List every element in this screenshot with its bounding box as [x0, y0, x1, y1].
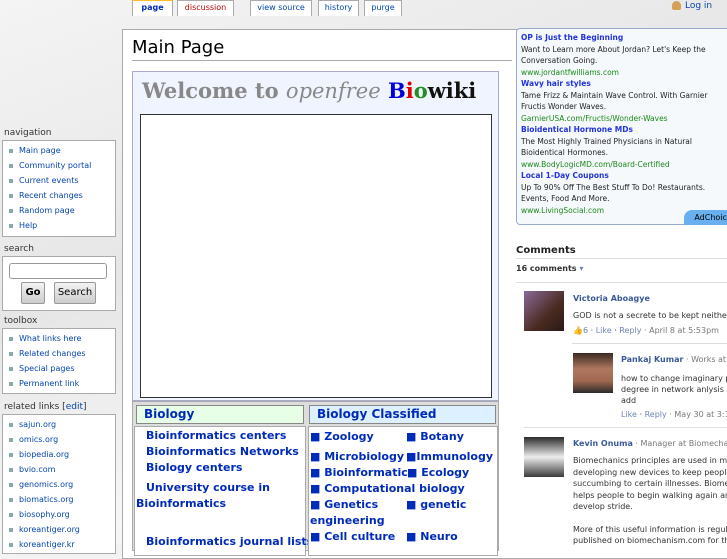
edit-link[interactable]: edit: [66, 402, 83, 412]
ad-url[interactable]: www.jordantfwilliams.com: [521, 67, 727, 79]
biology-classified-header: Biology Classified: [309, 405, 496, 424]
link-botany[interactable]: ■ Botany: [406, 430, 464, 443]
related-link[interactable]: genomics.org: [9, 477, 115, 492]
navigation-portlet: Main page Community portal Current event…: [2, 140, 116, 237]
search-input[interactable]: [9, 263, 107, 279]
comment-text: Biomechanics principles are used in med d…: [573, 456, 727, 545]
like-link[interactable]: Like: [621, 410, 637, 419]
nav-current-events[interactable]: Current events: [9, 173, 115, 188]
toolbox-portlet: What links here Related changes Special …: [2, 328, 116, 394]
reply-link[interactable]: Reply: [645, 410, 667, 419]
link-biology-centers[interactable]: Biology centers: [146, 461, 242, 474]
related-link[interactable]: biomatics.org: [9, 492, 115, 507]
tab-purge[interactable]: purge: [364, 0, 402, 16]
reply-link[interactable]: Reply: [619, 326, 641, 335]
thumbs-up-icon: 👍: [573, 326, 583, 335]
tab-history[interactable]: history: [318, 0, 359, 16]
login-link[interactable]: Log in: [672, 1, 712, 11]
link-genetic-engineering[interactable]: ■ genetic: [406, 498, 466, 511]
embedded-frame: [140, 114, 492, 398]
biology-header: Biology: [136, 405, 304, 424]
ad-description: Tame Frizz & Maintain Wave Control. With…: [521, 90, 708, 112]
user-icon: [672, 1, 681, 10]
comment-author[interactable]: Victoria Aboagye: [573, 294, 650, 303]
nav-recent-changes[interactable]: Recent changes: [9, 188, 115, 203]
comment-text: GOD is not a secrete to be kept neither …: [573, 311, 727, 320]
adchoices-button[interactable]: AdChoices: [684, 209, 727, 225]
tab-view-source[interactable]: view source: [250, 0, 312, 16]
nav-main-page[interactable]: Main page: [9, 143, 115, 158]
tool-related-changes[interactable]: Related changes: [9, 346, 115, 361]
link-university-course-cont[interactable]: Bioinformatics: [136, 497, 226, 510]
chevron-down-icon: ▾: [579, 264, 584, 273]
tool-what-links-here[interactable]: What links here: [9, 331, 115, 346]
tool-permanent-link[interactable]: Permanent link: [9, 376, 115, 391]
related-link[interactable]: koreantiger.org: [9, 522, 115, 537]
link-bioinformatics-centers[interactable]: Bioinformatics centers: [146, 429, 286, 442]
avatar[interactable]: [573, 353, 613, 393]
link-microbiology[interactable]: ■ Microbiology: [310, 450, 404, 463]
tab-discussion[interactable]: discussion: [177, 0, 234, 16]
comments-heading: Comments: [516, 245, 576, 256]
tab-page[interactable]: page: [132, 0, 173, 16]
page-title: Main Page: [132, 37, 512, 61]
link-university-course[interactable]: University course in: [146, 481, 270, 494]
link-cell-culture[interactable]: ■ Cell culture: [310, 530, 395, 543]
link-bioinformatics-networks[interactable]: Bioinformatics Networks: [146, 445, 299, 458]
link-zoology[interactable]: ■ Zoology: [310, 430, 374, 443]
related-link[interactable]: sajun.org: [9, 417, 115, 432]
ad-title[interactable]: Local 1-Day Coupons: [521, 170, 727, 182]
comment-actions: Like · Reply · May 30 at 3:17: [621, 410, 727, 419]
ad-description: Want to Learn more About Jordan? Let's K…: [521, 44, 706, 66]
go-button[interactable]: Go: [21, 282, 45, 304]
search-portlet: Go Search: [2, 256, 116, 311]
ad-title[interactable]: Bioidentical Hormone MDs: [521, 124, 727, 136]
comment-text: how to change imaginary pa degree in netw…: [621, 374, 727, 405]
ad-box: OP is Just the Beginning Want to Learn m…: [516, 28, 727, 225]
ad-description: Up To 90% Off The Best Stuff To Do! Rest…: [521, 182, 706, 204]
link-neuro[interactable]: ■ Neuro: [406, 530, 458, 543]
search-button[interactable]: Search: [54, 282, 96, 304]
related-links-portlet: sajun.org omics.org biopedia.org bvio.co…: [2, 414, 116, 554]
ad-url[interactable]: GarnierUSA.com/Fructis/Wonder-Waves: [521, 113, 727, 125]
related-link[interactable]: bvio.com: [9, 462, 115, 477]
welcome-box: Welcome to openfree Biowiki: [132, 71, 499, 401]
comment-author[interactable]: Pankaj Kumar · Works at S: [621, 355, 727, 364]
link-journal-lists[interactable]: Bioinformatics journal lists: [146, 535, 313, 548]
search-heading: search: [4, 244, 34, 254]
link-computational-biology[interactable]: ■ Computational biology: [310, 482, 465, 495]
link-ecology[interactable]: ■ Ecology: [407, 466, 469, 479]
link-genetic-engineering-cont[interactable]: engineering: [310, 514, 385, 527]
comments-count-dropdown[interactable]: 16 comments ▾: [516, 264, 583, 273]
ad-description: The Most Highly Trained Physicians in Na…: [521, 136, 692, 158]
related-links-heading: related links [edit]: [4, 402, 87, 412]
related-link[interactable]: omics.org: [9, 432, 115, 447]
tool-special-pages[interactable]: Special pages: [9, 361, 115, 376]
link-immunology[interactable]: ■Immunology: [406, 450, 493, 463]
toolbox-heading: toolbox: [4, 316, 38, 326]
welcome-title: Welcome to openfree Biowiki: [142, 78, 477, 103]
avatar[interactable]: [524, 291, 564, 331]
comment-author[interactable]: Kevin Onuma · Manager at Biomechani: [573, 439, 727, 448]
nav-community-portal[interactable]: Community portal: [9, 158, 115, 173]
ad-title[interactable]: OP is Just the Beginning: [521, 32, 727, 44]
related-link[interactable]: biopedia.org: [9, 447, 115, 462]
ad-url[interactable]: www.BodyLogicMD.com/Board-Certified: [521, 159, 727, 171]
comment-actions: 👍6 · Like · Reply · April 8 at 5:53pm: [573, 326, 719, 335]
link-bioinformatics[interactable]: ■ Bioinformatics: [310, 466, 414, 479]
like-link[interactable]: Like: [596, 326, 612, 335]
portal-grid: Biology Biology Classified Bioinformatic…: [132, 401, 499, 556]
avatar[interactable]: [524, 437, 564, 477]
navigation-heading: navigation: [4, 128, 52, 138]
link-genetics[interactable]: ■ Genetics: [310, 498, 378, 511]
ad-title[interactable]: Wavy hair styles: [521, 78, 727, 90]
nav-random-page[interactable]: Random page: [9, 203, 115, 218]
related-link[interactable]: biosophy.org: [9, 507, 115, 522]
nav-help[interactable]: Help: [9, 218, 115, 233]
